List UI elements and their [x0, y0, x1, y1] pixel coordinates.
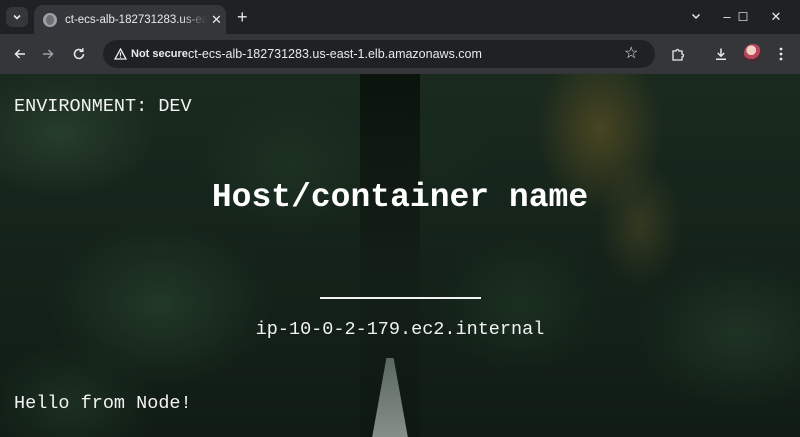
forward-button[interactable]: [36, 34, 60, 74]
window-close-button[interactable]: ✕: [761, 8, 791, 26]
tab-title: ct-ecs-alb-182731283.us-east-1.elb.amazo…: [65, 13, 207, 26]
arrow-left-icon: [14, 49, 25, 59]
security-chip[interactable]: Not secure: [109, 44, 196, 64]
environment-label: ENVIRONMENT: DEV: [14, 96, 192, 117]
host-value: ip-10-0-2-179.ec2.internal: [255, 319, 545, 340]
menu-button[interactable]: [770, 34, 792, 74]
browser-tab[interactable]: ct-ecs-alb-182731283.us-east-1.elb.amazo…: [34, 5, 226, 34]
greeting-text: Hello from Node!: [14, 393, 192, 414]
back-button[interactable]: [8, 34, 32, 74]
new-tab-button[interactable]: +: [237, 8, 248, 26]
download-icon: [716, 48, 726, 61]
warning-icon: [112, 46, 128, 62]
extensions-button[interactable]: [666, 34, 690, 74]
star-icon[interactable]: ☆: [624, 44, 638, 64]
page-viewport: ENVIRONMENT: DEV Host/container name ip-…: [0, 74, 800, 437]
reload-button[interactable]: [66, 34, 92, 74]
avatar[interactable]: [744, 44, 762, 62]
arrow-right-icon: [43, 49, 54, 59]
tab-search-button[interactable]: [6, 7, 28, 27]
security-chip-label: Not secure: [131, 48, 188, 60]
puzzle-icon: [671, 48, 684, 61]
maximize-button[interactable]: ☐: [728, 8, 758, 26]
tab-strip: ct-ecs-alb-182731283.us-east-1.elb.amazo…: [0, 0, 800, 34]
chevron-down-icon: [13, 14, 21, 20]
more-vertical-icon: [779, 47, 783, 61]
divider: [320, 297, 481, 299]
globe-icon: [43, 12, 57, 27]
close-icon[interactable]: ✕: [211, 13, 222, 26]
url-text[interactable]: ct-ecs-alb-182731283.us-east-1.elb.amazo…: [188, 47, 482, 61]
reload-icon: [73, 48, 85, 60]
chevron-down-icon[interactable]: [690, 10, 702, 22]
downloads-button[interactable]: [708, 34, 734, 74]
host-heading: Host/container name: [211, 179, 589, 216]
